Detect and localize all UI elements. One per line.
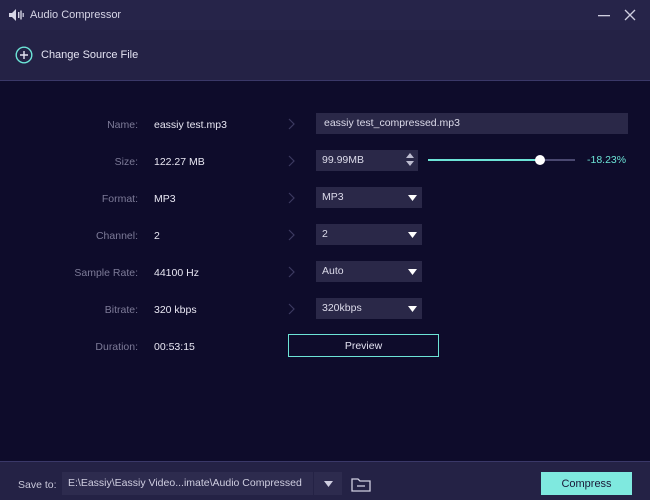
folder-icon[interactable]	[350, 475, 372, 493]
channel-selected: 2	[322, 228, 328, 240]
name-label: Name:	[107, 119, 138, 131]
channel-value: 2	[154, 230, 160, 242]
caret-down-icon	[323, 480, 333, 487]
toolbar: Change Source File	[0, 30, 650, 81]
save-path-field[interactable]: E:\Eassiy\Eassiy Video...imate\Audio Com…	[62, 472, 313, 495]
chevron-right-icon	[288, 266, 295, 278]
sample-rate-label: Sample Rate:	[74, 267, 138, 279]
caret-down-icon	[408, 269, 417, 275]
duration-label: Duration:	[95, 341, 138, 353]
decrement-icon[interactable]	[405, 161, 414, 169]
audio-compressor-icon	[8, 8, 24, 22]
caret-down-icon	[408, 232, 417, 238]
window-title: Audio Compressor	[30, 9, 122, 21]
preview-button[interactable]: Preview	[288, 334, 439, 357]
caret-down-icon	[408, 306, 417, 312]
format-label: Format:	[101, 193, 138, 205]
bitrate-label: Bitrate:	[104, 304, 138, 316]
save-path-dropdown-button[interactable]	[314, 472, 342, 495]
sample-rate-select[interactable]: Auto	[316, 261, 422, 282]
output-size-value: 99.99MB	[322, 154, 365, 166]
output-name-field[interactable]: eassiy test_compressed.mp3	[316, 113, 628, 134]
bitrate-value: 320 kbps	[154, 304, 197, 316]
bitrate-selected: 320kbps	[322, 302, 362, 314]
title-bar: Audio Compressor	[0, 0, 650, 30]
channel-select[interactable]: 2	[316, 224, 422, 245]
bitrate-select[interactable]: 320kbps	[316, 298, 422, 319]
chevron-right-icon	[288, 192, 295, 204]
compress-button[interactable]: Compress	[541, 472, 632, 495]
sample-rate-selected: Auto	[322, 265, 344, 277]
size-slider-fill	[428, 159, 540, 161]
save-to-label: Save to:	[18, 479, 57, 491]
channel-label: Channel:	[95, 230, 138, 242]
output-size-stepper[interactable]: 99.99MB	[316, 150, 418, 171]
sample-rate-value: 44100 Hz	[154, 267, 199, 279]
chevron-right-icon	[288, 303, 295, 315]
format-select[interactable]: MP3	[316, 187, 422, 208]
minimize-icon[interactable]	[596, 7, 612, 23]
size-slider-handle[interactable]	[534, 155, 545, 165]
chevron-right-icon	[288, 118, 295, 130]
duration-value: 00:53:15	[154, 341, 195, 353]
size-value: 122.27 MB	[154, 156, 205, 168]
change-source-file-label: Change Source File	[41, 49, 139, 61]
close-icon[interactable]	[622, 7, 638, 23]
plus-circle-icon	[15, 46, 33, 64]
chevron-right-icon	[288, 229, 295, 241]
name-value: eassiy test.mp3	[154, 119, 227, 131]
format-selected: MP3	[322, 191, 344, 203]
caret-down-icon	[408, 195, 417, 201]
chevron-right-icon	[288, 155, 295, 167]
size-slider[interactable]	[428, 155, 575, 165]
format-value: MP3	[154, 193, 176, 205]
bottom-bar: Save to: E:\Eassiy\Eassiy Video...imate\…	[0, 461, 650, 500]
increment-icon[interactable]	[405, 152, 414, 160]
size-label: Size:	[114, 156, 138, 168]
size-reduction-percent: -18.23%	[587, 154, 627, 166]
change-source-file-button[interactable]: Change Source File	[15, 46, 138, 64]
